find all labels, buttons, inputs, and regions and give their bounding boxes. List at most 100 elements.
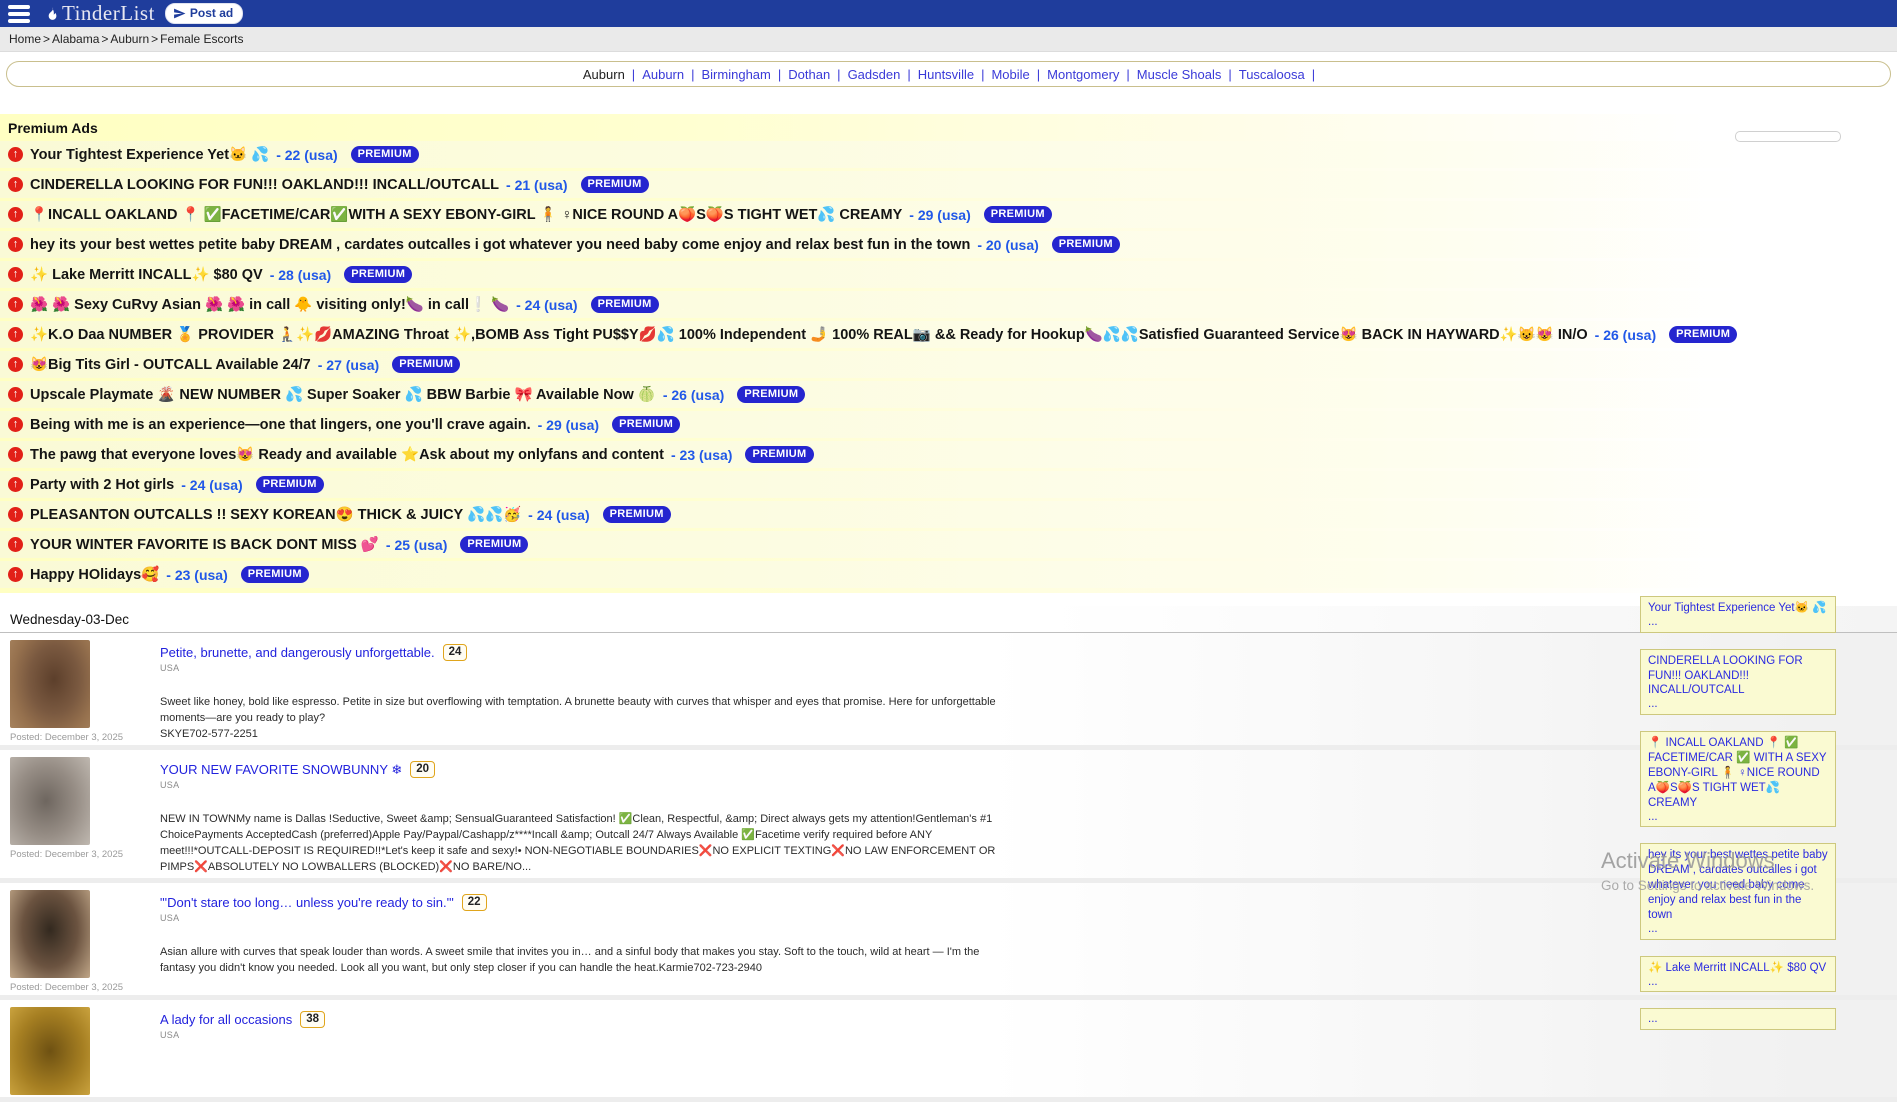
city-separator: | <box>778 67 781 82</box>
premium-ad-title[interactable]: Happy HOlidays🥰 <box>30 566 159 583</box>
site-logo[interactable]: TinderList <box>44 3 155 24</box>
premium-ad-row[interactable]: ↑ Being with me is an experience—one tha… <box>0 411 1897 438</box>
premium-ad-title[interactable]: 🌺 🌺 Sexy CuRvy Asian 🌺 🌺 in call 🐥 visit… <box>30 296 509 313</box>
premium-ad-title[interactable]: ✨K.O Daa NUMBER 🏅 PROVIDER 🧎✨💋AMAZING Th… <box>30 326 1588 343</box>
listing-description: Asian allure with curves that speak loud… <box>160 945 1005 977</box>
premium-ad-title[interactable]: Your Tightest Experience Yet🐱 💦 <box>30 146 269 163</box>
listing-photo[interactable] <box>10 1007 90 1095</box>
premium-ad-age: - 23 (usa) <box>671 447 732 463</box>
premium-ad-age: - 29 (usa) <box>909 207 970 223</box>
premium-badge: PREMIUM <box>612 416 680 433</box>
city-link-auburn[interactable]: Auburn <box>642 67 684 82</box>
city-link-muscle-shoals[interactable]: Muscle Shoals <box>1137 67 1222 82</box>
city-link-birmingham[interactable]: Birmingham <box>702 67 771 82</box>
city-separator: | <box>691 67 694 82</box>
listing-photo[interactable] <box>10 640 90 728</box>
city-link-mobile[interactable]: Mobile <box>991 67 1029 82</box>
premium-ad-title[interactable]: PLEASANTON OUTCALLS !! SEXY KOREAN😍 THIC… <box>30 506 521 523</box>
city-link-gadsden[interactable]: Gadsden <box>848 67 901 82</box>
listing-row: Posted: December 3, 2025 Petite, brunett… <box>0 633 1897 750</box>
floating-scrollbar[interactable] <box>1735 131 1841 142</box>
sidebar-premium-box[interactable]: ✨ Lake Merritt INCALL✨ $80 QV ... <box>1640 956 1836 993</box>
sidebar-premium-box[interactable]: Your Tightest Experience Yet🐱 💦 ... <box>1640 596 1836 633</box>
premium-badge: PREMIUM <box>460 536 528 553</box>
premium-ad-row[interactable]: ↑ Party with 2 Hot girls - 24 (usa) PREM… <box>0 471 1897 498</box>
listing-body: "'Don't stare too long… unless you're re… <box>160 890 1897 993</box>
sidebar-ellipsis: ... <box>1648 811 1828 824</box>
sidebar-ad-link[interactable]: ✨ Lake Merritt INCALL✨ $80 QV <box>1648 962 1826 974</box>
premium-ad-age: - 24 (usa) <box>516 297 577 313</box>
up-arrow-icon: ↑ <box>8 417 23 432</box>
up-arrow-icon: ↑ <box>8 447 23 462</box>
premium-ad-age: - 23 (usa) <box>166 567 227 583</box>
premium-ad-row[interactable]: ↑ Upscale Playmate 🌋 NEW NUMBER 💦 Super … <box>0 381 1897 408</box>
city-link-huntsville[interactable]: Huntsville <box>918 67 974 82</box>
premium-ad-age: - 25 (usa) <box>386 537 447 553</box>
city-link-dothan[interactable]: Dothan <box>788 67 830 82</box>
listing-title-link[interactable]: Petite, brunette, and dangerously unforg… <box>160 645 435 660</box>
city-separator: | <box>632 67 635 82</box>
city-link-tuscaloosa[interactable]: Tuscaloosa <box>1239 67 1305 82</box>
premium-ad-row[interactable]: ↑ 📍INCALL OAKLAND 📍 ✅FACETIME/CAR✅WITH A… <box>0 201 1897 228</box>
premium-ad-row[interactable]: ↑ PLEASANTON OUTCALLS !! SEXY KOREAN😍 TH… <box>0 501 1897 528</box>
breadcrumb-separator: > <box>43 32 50 46</box>
premium-ad-row[interactable]: ↑ ✨K.O Daa NUMBER 🏅 PROVIDER 🧎✨💋AMAZING … <box>0 321 1897 348</box>
breadcrumb-item[interactable]: Auburn <box>110 32 149 46</box>
sidebar-premium-box[interactable]: ... <box>1640 1008 1836 1030</box>
premium-ad-title[interactable]: YOUR WINTER FAVORITE IS BACK DONT MISS 💕 <box>30 536 379 553</box>
breadcrumb-separator: > <box>101 32 108 46</box>
premium-ad-row[interactable]: ↑ CINDERELLA LOOKING FOR FUN!!! OAKLAND!… <box>0 171 1897 198</box>
listing-photo[interactable] <box>10 757 90 845</box>
premium-ad-title[interactable]: CINDERELLA LOOKING FOR FUN!!! OAKLAND!!!… <box>30 177 499 193</box>
sidebar-premium-box[interactable]: hey its your best wettes petite baby DRE… <box>1640 843 1836 939</box>
date-header: Wednesday-03-Dec <box>0 606 1897 633</box>
breadcrumb-item[interactable]: Home <box>9 32 41 46</box>
premium-ad-title[interactable]: The pawg that everyone loves😻 Ready and … <box>30 446 664 463</box>
premium-ad-title[interactable]: Upscale Playmate 🌋 NEW NUMBER 💦 Super So… <box>30 386 656 403</box>
up-arrow-icon: ↑ <box>8 177 23 192</box>
premium-ad-age: - 20 (usa) <box>977 237 1038 253</box>
listing-title-link[interactable]: YOUR NEW FAVORITE SNOWBUNNY ❄ <box>160 762 402 778</box>
premium-ad-title[interactable]: ✨ Lake Merritt INCALL✨ $80 QV <box>30 266 263 283</box>
sidebar-premium-box[interactable]: 📍 INCALL OAKLAND 📍 ✅ FACETIME/CAR ✅ WITH… <box>1640 731 1836 827</box>
listing-title-link[interactable]: "'Don't stare too long… unless you're re… <box>160 895 454 910</box>
listing-title-link[interactable]: A lady for all occasions <box>160 1012 292 1027</box>
sidebar-ad-link[interactable]: hey its your best wettes petite baby DRE… <box>1648 849 1828 921</box>
premium-ad-row[interactable]: ↑ ✨ Lake Merritt INCALL✨ $80 QV - 28 (us… <box>0 261 1897 288</box>
listing-phone: SKYE702-577-2251 <box>160 727 1897 743</box>
city-link-montgomery[interactable]: Montgomery <box>1047 67 1119 82</box>
premium-ad-title[interactable]: 📍INCALL OAKLAND 📍 ✅FACETIME/CAR✅WITH A S… <box>30 206 902 223</box>
sidebar-premium-box[interactable]: CINDERELLA LOOKING FOR FUN!!! OAKLAND!!!… <box>1640 649 1836 715</box>
premium-ad-title[interactable]: hey its your best wettes petite baby DRE… <box>30 237 970 253</box>
premium-ad-row[interactable]: ↑ Your Tightest Experience Yet🐱 💦 - 22 (… <box>0 141 1897 168</box>
post-ad-button[interactable]: Post ad <box>165 3 243 24</box>
premium-ad-title[interactable]: Party with 2 Hot girls <box>30 477 174 493</box>
city-separator: | <box>1228 67 1231 82</box>
sidebar-ad-link[interactable]: Your Tightest Experience Yet🐱 💦 <box>1648 602 1826 614</box>
listing-photo[interactable] <box>10 890 90 978</box>
premium-ad-row[interactable]: ↑ Happy HOlidays🥰 - 23 (usa) PREMIUM <box>0 561 1897 588</box>
breadcrumb-item[interactable]: Alabama <box>52 32 99 46</box>
hamburger-menu-icon[interactable] <box>8 5 30 23</box>
listing-row: Posted: December 3, 2025 YOUR NEW FAVORI… <box>0 750 1897 883</box>
premium-ad-age: - 26 (usa) <box>663 387 724 403</box>
sidebar-ad-link[interactable]: 📍 INCALL OAKLAND 📍 ✅ FACETIME/CAR ✅ WITH… <box>1648 737 1826 809</box>
premium-ad-row[interactable]: ↑ 😻Big Tits Girl - OUTCALL Available 24/… <box>0 351 1897 378</box>
premium-ad-row[interactable]: ↑ YOUR WINTER FAVORITE IS BACK DONT MISS… <box>0 531 1897 558</box>
city-separator: | <box>1126 67 1129 82</box>
premium-ad-row[interactable]: ↑ 🌺 🌺 Sexy CuRvy Asian 🌺 🌺 in call 🐥 vis… <box>0 291 1897 318</box>
city-nav-box: Auburn|Auburn|Birmingham|Dothan|Gadsden|… <box>6 61 1891 87</box>
premium-badge: PREMIUM <box>1052 236 1120 253</box>
premium-ad-row[interactable]: ↑ hey its your best wettes petite baby D… <box>0 231 1897 258</box>
premium-badge: PREMIUM <box>737 386 805 403</box>
premium-ad-title[interactable]: 😻Big Tits Girl - OUTCALL Available 24/7 <box>30 356 311 373</box>
up-arrow-icon: ↑ <box>8 297 23 312</box>
premium-ad-title[interactable]: Being with me is an experience—one that … <box>30 417 531 433</box>
sidebar-ad-link[interactable]: CINDERELLA LOOKING FOR FUN!!! OAKLAND!!!… <box>1648 655 1803 697</box>
city-separator: | <box>907 67 910 82</box>
premium-badge: PREMIUM <box>591 296 659 313</box>
up-arrow-icon: ↑ <box>8 147 23 162</box>
listing-posted-date: Posted: December 3, 2025 <box>10 732 160 743</box>
premium-ad-row[interactable]: ↑ The pawg that everyone loves😻 Ready an… <box>0 441 1897 468</box>
up-arrow-icon: ↑ <box>8 477 23 492</box>
